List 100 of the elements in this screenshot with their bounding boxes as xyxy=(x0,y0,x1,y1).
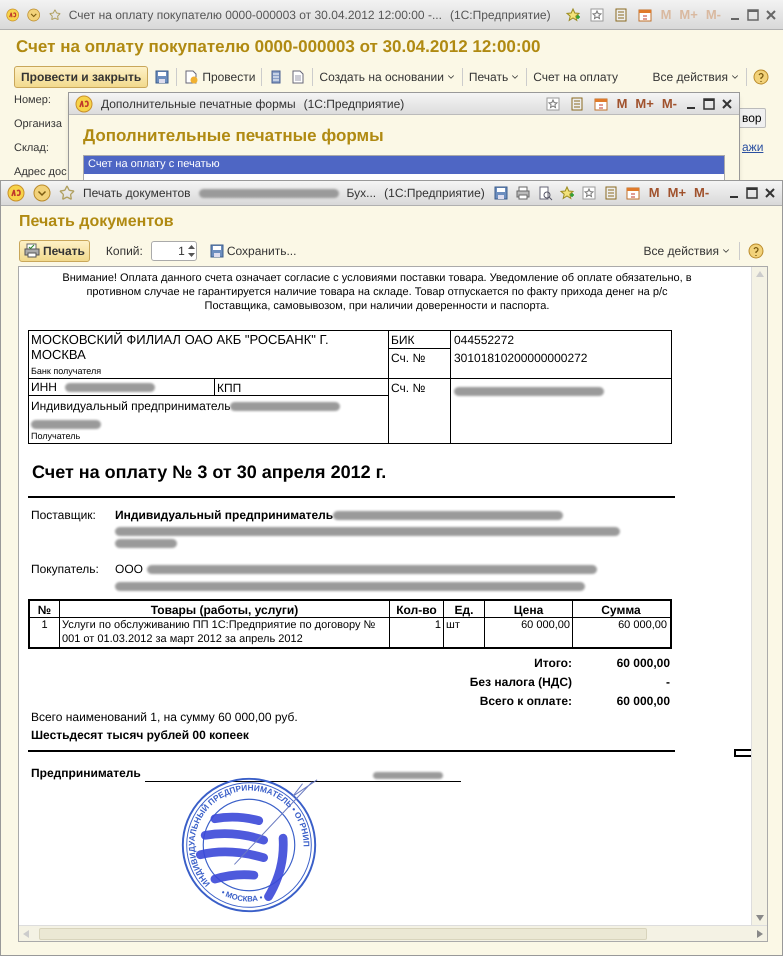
memory-button[interactable]: M- xyxy=(662,94,677,114)
scroll-down-icon[interactable] xyxy=(756,915,764,921)
menu-icon[interactable] xyxy=(33,184,51,202)
document-icon[interactable] xyxy=(183,68,200,84)
column-header: Сумма xyxy=(600,602,642,617)
all-actions-button[interactable]: Все действия xyxy=(652,68,740,86)
buyer-label: Покупатель: xyxy=(31,561,100,578)
calendar-icon[interactable] xyxy=(592,96,609,112)
menu-icon[interactable] xyxy=(27,6,41,24)
spinner-icon[interactable] xyxy=(186,243,196,259)
star-add-icon[interactable] xyxy=(564,6,581,22)
document-icon[interactable] xyxy=(290,68,306,84)
bik-value: 044552272 xyxy=(454,332,516,349)
star-icon[interactable] xyxy=(544,96,561,112)
table-cell: 60 000,00 xyxy=(485,618,573,647)
logo-icon[interactable] xyxy=(75,94,93,112)
scroll-right-icon[interactable] xyxy=(757,930,763,938)
maximize-icon[interactable] xyxy=(746,187,758,199)
calendar-icon[interactable] xyxy=(624,185,641,201)
table-cell: шт xyxy=(444,618,485,647)
save-icon[interactable] xyxy=(208,243,225,259)
copies-label: Копий: xyxy=(106,243,143,260)
link[interactable]: ажи xyxy=(742,138,764,156)
vertical-scrollbar[interactable] xyxy=(751,267,767,925)
print-menu-button[interactable]: Печать xyxy=(468,68,520,86)
star-add-icon[interactable] xyxy=(558,185,575,201)
scrollbar-thumb[interactable] xyxy=(39,928,647,940)
window-title: Счет на оплату покупателю 0000-000003 от 30.04.2012 12:00:00 -... xyxy=(68,6,442,24)
memory-button[interactable]: M- xyxy=(694,183,710,203)
field-label: Адрес дос xyxy=(14,164,67,178)
save-button[interactable]: Сохранить... xyxy=(208,242,296,260)
total-label: Всего к оплате: xyxy=(480,693,572,710)
post-button[interactable]: Провести xyxy=(183,68,256,86)
save-icon[interactable] xyxy=(492,185,509,201)
print-button[interactable]: Печать xyxy=(19,240,90,262)
all-actions-button[interactable]: Все действия xyxy=(644,242,731,260)
window-title: Бух... xyxy=(346,185,376,202)
signature-label: Предприниматель xyxy=(31,765,141,782)
column-header: Кол-во xyxy=(390,601,444,617)
redaction-mark xyxy=(31,420,101,430)
table-cell: Услуги по обслуживанию ПП 1С:Предприятие по договору № 001 от 01.03.2012 за март 2012 за апрель 2012 xyxy=(60,618,390,647)
calendar-icon[interactable] xyxy=(636,6,653,22)
column-header: Ед. xyxy=(444,601,485,617)
recipient-name: Индивидуальный предприниматель xyxy=(31,398,230,415)
window-title: Печать документов xyxy=(83,185,191,202)
dialog-heading: Дополнительные печатные формы xyxy=(82,125,385,147)
logo-icon[interactable] xyxy=(6,6,20,24)
star-icon[interactable] xyxy=(588,6,605,22)
help-icon[interactable] xyxy=(748,243,764,259)
total-value: - xyxy=(665,674,671,691)
field-label: Склад: xyxy=(14,140,49,154)
printer-icon[interactable] xyxy=(24,243,40,259)
supplier-name: Индивидуальный предприниматель xyxy=(115,507,334,524)
invoice-button[interactable]: Счет на оплату xyxy=(533,68,618,86)
correspondent-account: 30101810200000000272 xyxy=(454,350,588,367)
maximize-icon[interactable] xyxy=(747,8,760,20)
bank-name: МОСКОВСКИЙ ФИЛИАЛ ОАО АКБ "РОСБАНК" Г. МОСКВА xyxy=(31,332,330,362)
kpp-label: КПП xyxy=(216,380,242,395)
window-app-name: (1С:Предприятие) xyxy=(450,6,551,24)
table-cell: 1 xyxy=(30,618,60,647)
buyer-name: ООО xyxy=(115,561,144,578)
post-and-close-button[interactable]: Провести и закрыть xyxy=(14,66,148,88)
list-item[interactable]: Счет на оплату с печатью xyxy=(84,156,724,174)
close-icon[interactable] xyxy=(721,98,733,110)
total-value: 60 000,00 xyxy=(616,655,671,672)
bik-label: БИК xyxy=(389,331,450,349)
memory-button[interactable]: M+ xyxy=(668,183,686,203)
items-summary: Всего наименований 1, на сумму 60 000,00 руб. xyxy=(31,709,298,726)
create-based-on-button[interactable]: Создать на основании xyxy=(319,68,456,86)
close-icon[interactable] xyxy=(764,187,776,199)
counterparty-contract-button[interactable]: вор xyxy=(738,108,766,128)
column-header: Цена xyxy=(485,601,573,617)
window-app-name: (1С:Предприятие) xyxy=(304,96,404,112)
table-cell-text: 60 000,00 xyxy=(617,618,668,633)
memory-button[interactable]: M+ xyxy=(635,94,654,114)
printer-icon[interactable] xyxy=(514,185,531,201)
memory-button[interactable]: M xyxy=(616,94,628,114)
total-label: Без налога (НДС) xyxy=(470,674,572,691)
account-label: Сч. № xyxy=(390,350,426,367)
help-icon[interactable] xyxy=(753,68,769,84)
invoice-title: Счет на оплату № 3 от 30 апреля 2012 г. xyxy=(32,461,388,484)
total-label: Итого: xyxy=(534,655,572,672)
memory-button[interactable]: M xyxy=(648,183,660,203)
logo-icon[interactable] xyxy=(7,184,25,202)
field-label: Номер: xyxy=(14,92,51,106)
copies-field[interactable]: 1 xyxy=(150,241,197,261)
supplier-label: Поставщик: xyxy=(31,507,97,524)
save-icon[interactable] xyxy=(154,68,170,84)
total-value: 60 000,00 xyxy=(616,693,671,710)
horizontal-scrollbar[interactable] xyxy=(19,925,767,941)
star-icon[interactable] xyxy=(580,185,597,201)
window-title: Дополнительные печатные формы xyxy=(101,96,296,112)
maximize-icon[interactable] xyxy=(703,98,715,110)
close-icon[interactable] xyxy=(765,8,778,20)
window-app-name: (1С:Предприятие) xyxy=(384,185,485,202)
print-preview-icon[interactable] xyxy=(536,185,553,201)
column-header: № xyxy=(30,601,60,617)
column-header: Товары (работы, услуги) xyxy=(60,601,390,617)
recipient-caption: Получатель xyxy=(31,430,80,443)
form-heading: Счет на оплату покупателю 0000-000003 от 30.04.2012 12:00:00 xyxy=(15,36,542,58)
